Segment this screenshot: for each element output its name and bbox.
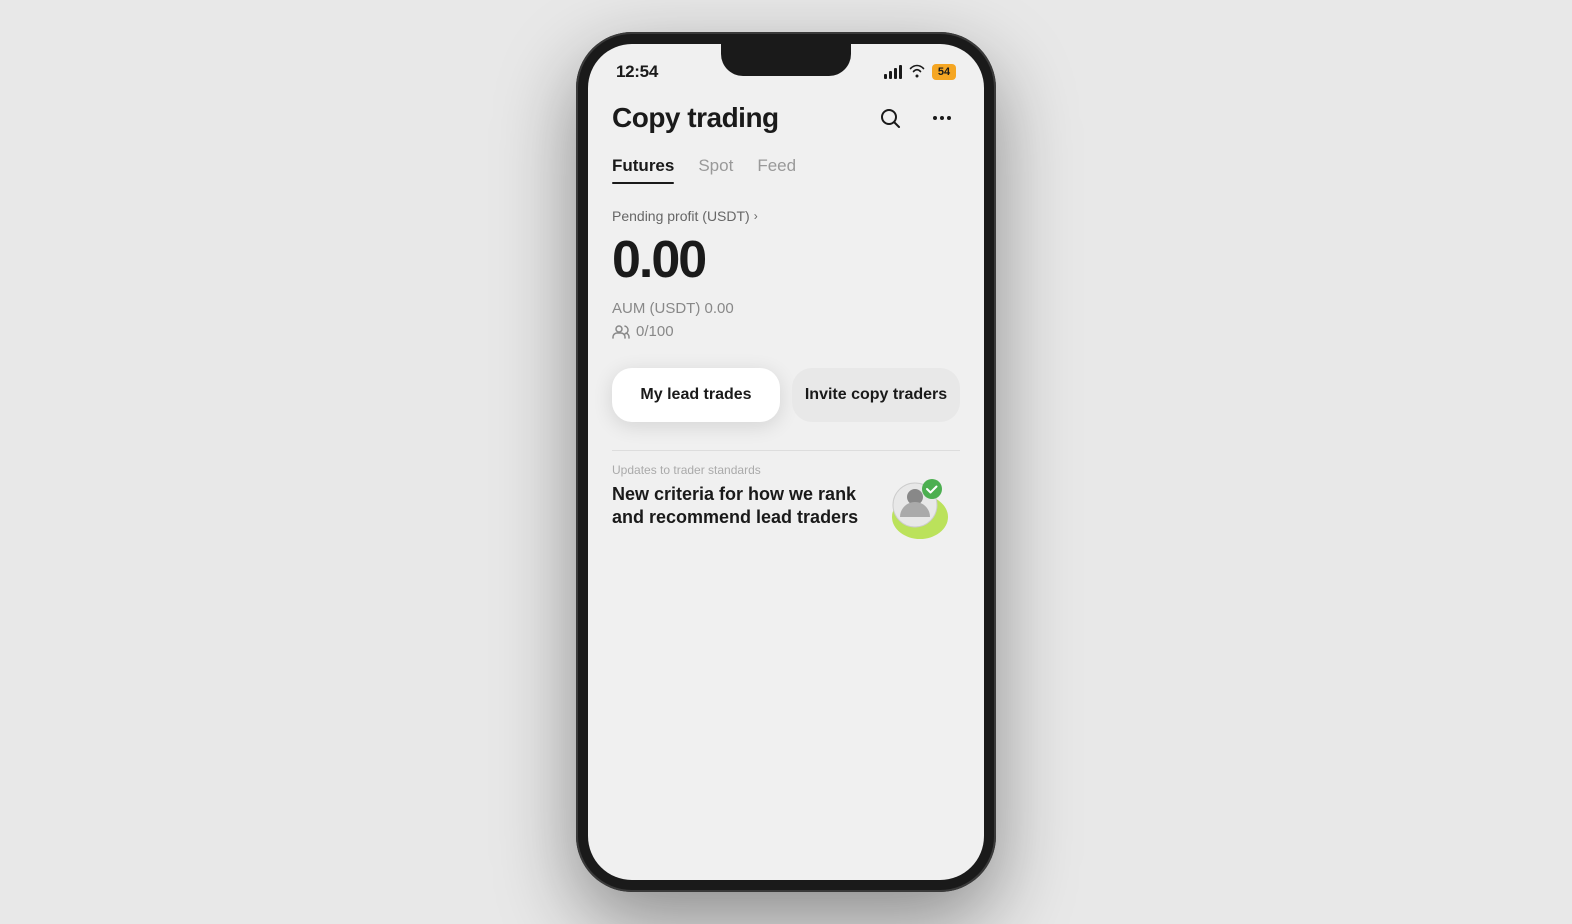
battery-badge: 54 bbox=[932, 64, 956, 80]
phone-frame: 12:54 54 bbox=[576, 32, 996, 892]
tab-spot[interactable]: Spot bbox=[698, 156, 733, 184]
page-content: Copy trading bbox=[588, 92, 984, 542]
header-actions bbox=[872, 100, 960, 136]
pending-profit-label[interactable]: Pending profit (USDT) › bbox=[612, 208, 960, 224]
signal-bar-1 bbox=[884, 74, 887, 79]
search-icon bbox=[878, 106, 902, 130]
bottom-fade bbox=[600, 788, 972, 868]
signal-bar-4 bbox=[899, 65, 902, 79]
lead-trades-button[interactable]: My lead trades bbox=[612, 368, 780, 422]
aum-value: 0.00 bbox=[705, 300, 734, 317]
chevron-right-icon: › bbox=[754, 209, 758, 223]
invite-traders-button[interactable]: Invite copy traders bbox=[792, 368, 960, 422]
followers-icon bbox=[612, 324, 630, 340]
news-card[interactable]: Updates to trader standards New criteria… bbox=[612, 450, 960, 542]
status-time: 12:54 bbox=[616, 62, 658, 82]
page-header: Copy trading bbox=[612, 92, 960, 136]
more-options-button[interactable] bbox=[924, 100, 960, 136]
phone-screen: 12:54 54 bbox=[588, 44, 984, 880]
search-button[interactable] bbox=[872, 100, 908, 136]
tab-feed[interactable]: Feed bbox=[757, 156, 796, 184]
profit-value: 0.00 bbox=[612, 230, 960, 290]
signal-bar-3 bbox=[894, 68, 897, 79]
signal-bar-2 bbox=[889, 71, 892, 79]
news-illustration bbox=[870, 457, 960, 542]
followers-count: 0/100 bbox=[636, 323, 674, 340]
status-icons: 54 bbox=[884, 64, 956, 81]
news-title: New criteria for how we rank and recomme… bbox=[612, 483, 873, 530]
notch bbox=[721, 44, 851, 76]
signal-bars-icon bbox=[884, 65, 902, 79]
followers-row: 0/100 bbox=[612, 323, 960, 340]
ellipsis-icon bbox=[930, 106, 954, 130]
wifi-icon bbox=[908, 64, 926, 81]
page-title: Copy trading bbox=[612, 102, 779, 134]
phone-wrapper: 12:54 54 bbox=[576, 32, 996, 892]
action-buttons: My lead trades Invite copy traders bbox=[612, 368, 960, 422]
tabs: Futures Spot Feed bbox=[612, 156, 960, 184]
aum-row: AUM (USDT) 0.00 bbox=[612, 300, 960, 317]
tab-futures[interactable]: Futures bbox=[612, 156, 674, 184]
